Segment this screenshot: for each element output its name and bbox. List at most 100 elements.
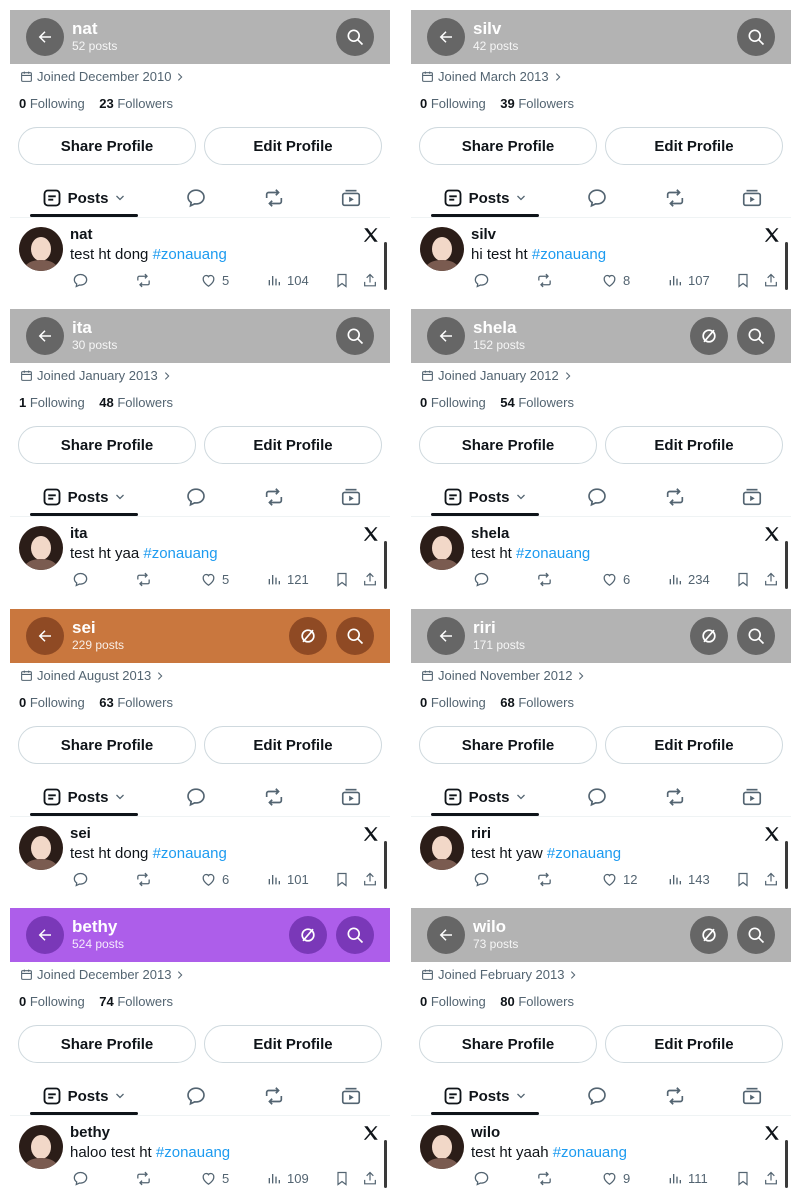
retweet-button[interactable] — [535, 270, 554, 290]
tab-media[interactable] — [335, 180, 367, 216]
tab-posts[interactable]: Posts — [30, 779, 138, 815]
bookmark-button[interactable] — [334, 869, 350, 889]
share-profile-button[interactable]: Share Profile — [18, 127, 196, 165]
scrollbar[interactable] — [785, 242, 788, 290]
followers-link[interactable]: 48 Followers — [99, 395, 173, 410]
edit-profile-button[interactable]: Edit Profile — [605, 726, 783, 764]
avatar[interactable] — [19, 826, 63, 870]
views-button[interactable]: 111 — [667, 1168, 708, 1188]
followers-link[interactable]: 54 Followers — [500, 395, 574, 410]
hashtag-link[interactable]: #zonauang — [516, 545, 590, 562]
edit-profile-button[interactable]: Edit Profile — [204, 127, 382, 165]
hide-button[interactable] — [690, 317, 728, 355]
back-button[interactable] — [26, 916, 64, 954]
tab-media[interactable] — [736, 779, 768, 815]
tab-posts[interactable]: Posts — [30, 1078, 138, 1114]
hashtag-link[interactable]: #zonauang — [143, 545, 217, 562]
following-link[interactable]: 0 Following — [19, 994, 85, 1009]
like-button[interactable]: 12 — [601, 869, 637, 889]
followers-link[interactable]: 39 Followers — [500, 96, 574, 111]
avatar[interactable] — [19, 227, 63, 271]
tab-posts[interactable]: Posts — [431, 180, 539, 216]
back-button[interactable] — [26, 317, 64, 355]
retweet-button[interactable] — [535, 569, 554, 589]
views-button[interactable]: 143 — [667, 869, 710, 889]
avatar[interactable] — [420, 826, 464, 870]
reply-button[interactable] — [72, 569, 89, 589]
tab-replies[interactable] — [581, 180, 613, 216]
followers-link[interactable]: 63 Followers — [99, 695, 173, 710]
share-profile-button[interactable]: Share Profile — [419, 127, 597, 165]
like-button[interactable]: 9 — [601, 1168, 630, 1188]
retweet-button[interactable] — [134, 869, 153, 889]
reply-button[interactable] — [72, 869, 89, 889]
tab-reposts[interactable] — [659, 180, 691, 216]
bookmark-button[interactable] — [735, 1168, 751, 1188]
search-button[interactable] — [737, 617, 775, 655]
views-button[interactable]: 234 — [667, 569, 710, 589]
tab-reposts[interactable] — [659, 479, 691, 515]
like-button[interactable]: 5 — [200, 270, 229, 290]
share-tweet-button[interactable] — [763, 869, 779, 889]
tab-replies[interactable] — [180, 1078, 212, 1114]
share-profile-button[interactable]: Share Profile — [419, 426, 597, 464]
tab-media[interactable] — [736, 1078, 768, 1114]
back-button[interactable] — [427, 18, 465, 56]
reply-button[interactable] — [72, 1168, 89, 1188]
hashtag-link[interactable]: #zonauang — [553, 1144, 627, 1161]
following-link[interactable]: 0 Following — [420, 96, 486, 111]
back-button[interactable] — [26, 18, 64, 56]
hashtag-link[interactable]: #zonauang — [547, 845, 621, 862]
tab-reposts[interactable] — [659, 779, 691, 815]
hide-button[interactable] — [289, 916, 327, 954]
tab-posts[interactable]: Posts — [431, 779, 539, 815]
search-button[interactable] — [336, 18, 374, 56]
like-button[interactable]: 5 — [200, 1168, 229, 1188]
search-button[interactable] — [737, 916, 775, 954]
hashtag-link[interactable]: #zonauang — [153, 246, 227, 263]
tab-replies[interactable] — [581, 779, 613, 815]
back-button[interactable] — [427, 617, 465, 655]
views-button[interactable]: 109 — [266, 1168, 309, 1188]
tab-replies[interactable] — [581, 479, 613, 515]
tab-reposts[interactable] — [258, 180, 290, 216]
retweet-button[interactable] — [134, 569, 153, 589]
following-link[interactable]: 0 Following — [19, 695, 85, 710]
tweet-author-name[interactable]: riri — [471, 825, 491, 842]
tab-media[interactable] — [736, 479, 768, 515]
following-link[interactable]: 0 Following — [420, 695, 486, 710]
hide-button[interactable] — [690, 617, 728, 655]
back-button[interactable] — [427, 317, 465, 355]
reply-button[interactable] — [473, 569, 490, 589]
bookmark-button[interactable] — [735, 569, 751, 589]
tab-media[interactable] — [335, 1078, 367, 1114]
search-button[interactable] — [336, 617, 374, 655]
avatar[interactable] — [19, 1125, 63, 1169]
tab-posts[interactable]: Posts — [431, 1078, 539, 1114]
following-link[interactable]: 0 Following — [19, 96, 85, 111]
tweet-author-name[interactable]: sei — [70, 825, 91, 842]
following-link[interactable]: 0 Following — [420, 395, 486, 410]
share-profile-button[interactable]: Share Profile — [18, 726, 196, 764]
followers-link[interactable]: 74 Followers — [99, 994, 173, 1009]
share-tweet-button[interactable] — [362, 869, 378, 889]
tweet-author-name[interactable]: silv — [471, 226, 496, 243]
views-button[interactable]: 104 — [266, 270, 309, 290]
views-button[interactable]: 121 — [266, 569, 309, 589]
share-tweet-button[interactable] — [763, 270, 779, 290]
hashtag-link[interactable]: #zonauang — [153, 845, 227, 862]
followers-link[interactable]: 80 Followers — [500, 994, 574, 1009]
search-button[interactable] — [336, 916, 374, 954]
reply-button[interactable] — [72, 270, 89, 290]
views-button[interactable]: 107 — [667, 270, 710, 290]
like-button[interactable]: 5 — [200, 569, 229, 589]
share-tweet-button[interactable] — [763, 569, 779, 589]
like-button[interactable]: 6 — [200, 869, 229, 889]
avatar[interactable] — [19, 526, 63, 570]
tweet-author-name[interactable]: nat — [70, 226, 93, 243]
retweet-button[interactable] — [134, 1168, 153, 1188]
tab-replies[interactable] — [581, 1078, 613, 1114]
bookmark-button[interactable] — [334, 1168, 350, 1188]
hashtag-link[interactable]: #zonauang — [532, 246, 606, 263]
hide-button[interactable] — [690, 916, 728, 954]
